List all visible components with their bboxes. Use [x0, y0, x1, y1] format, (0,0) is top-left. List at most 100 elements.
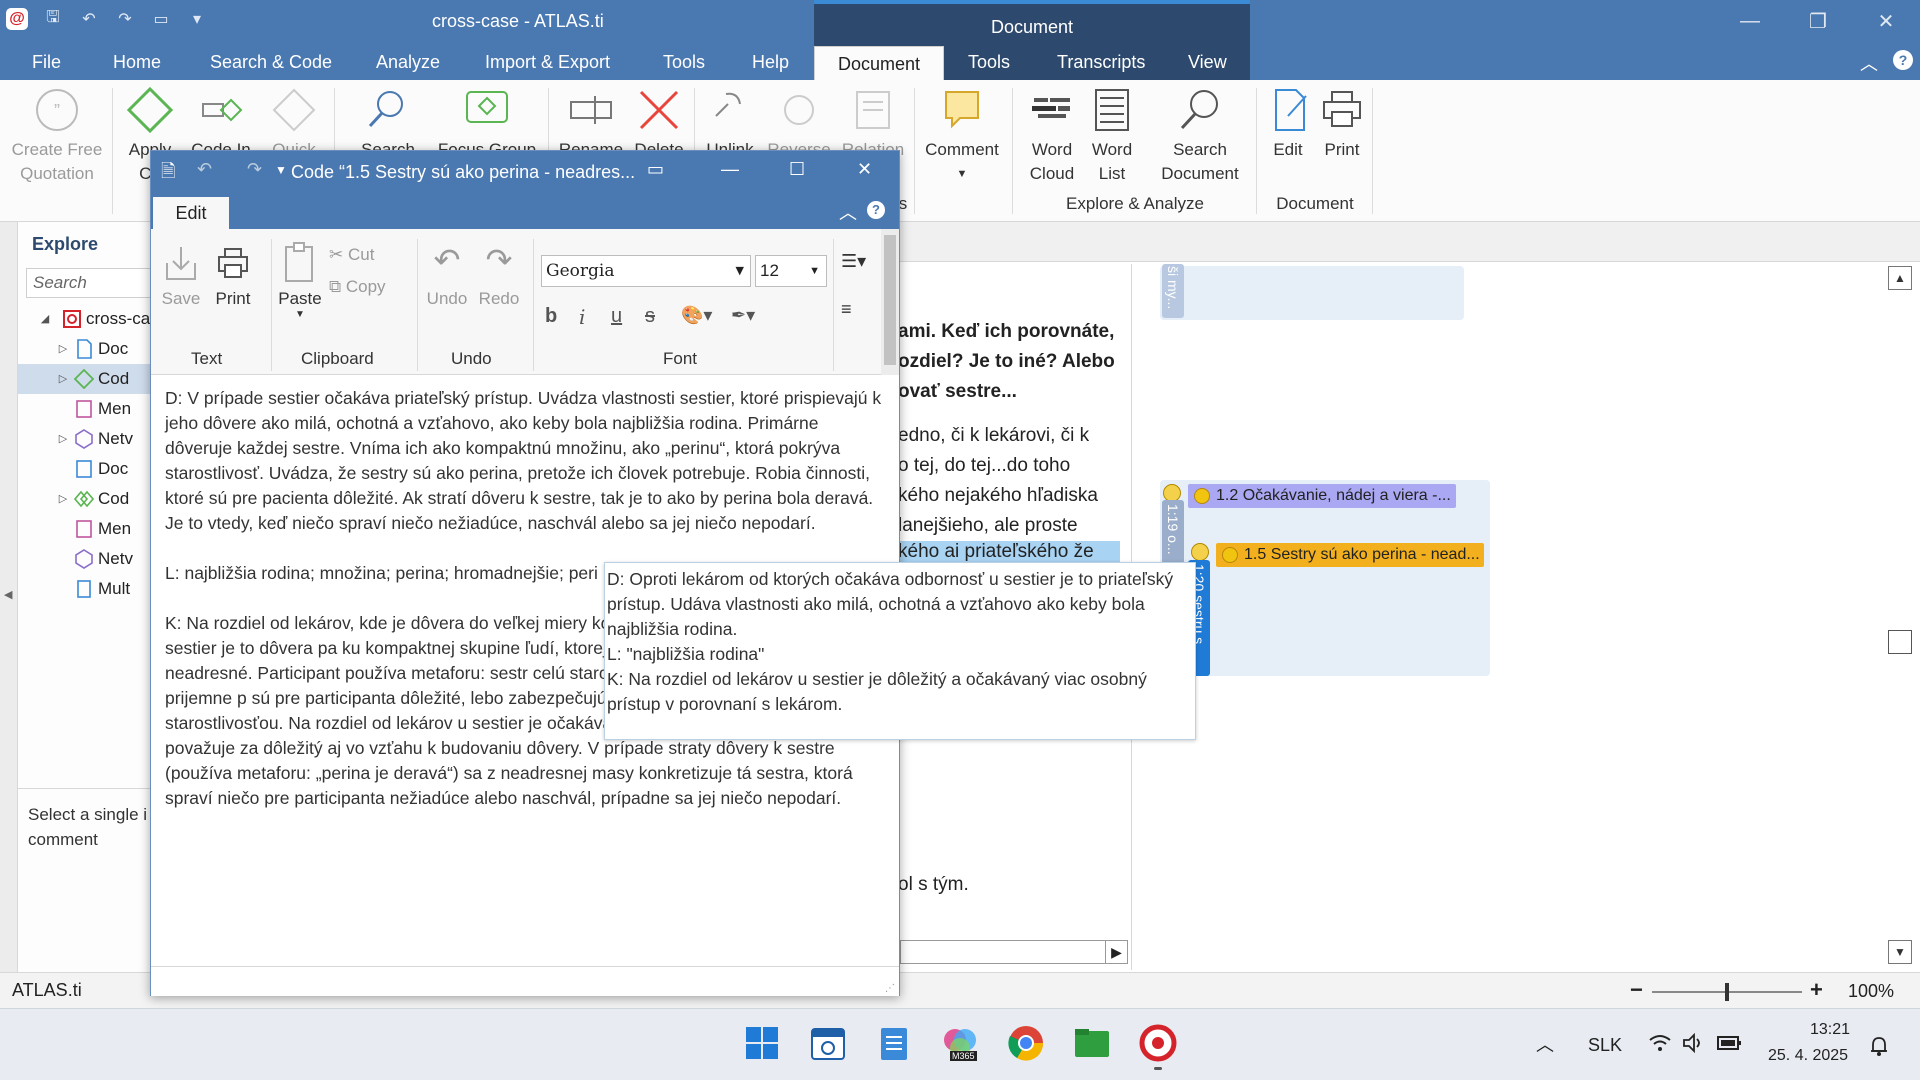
- underline-button[interactable]: u: [611, 305, 622, 328]
- expand-chevron-icon[interactable]: ▷: [56, 364, 70, 394]
- tree-item-network-groups[interactable]: Netv: [18, 544, 158, 574]
- input-language[interactable]: SLK: [1588, 1035, 1622, 1056]
- tab-help[interactable]: Help: [752, 44, 789, 80]
- word-list-button[interactable]: Word List: [1086, 86, 1138, 186]
- redo-icon[interactable]: ↷: [114, 8, 136, 30]
- margin-vertical-scrollbar[interactable]: ▲ ▼: [1888, 266, 1914, 966]
- doc-highlighted-quotation[interactable]: kého ai priateľského že: [898, 541, 1120, 563]
- collapse-chevron-icon[interactable]: ◢: [38, 304, 52, 334]
- restore-icon[interactable]: ❐: [1784, 6, 1852, 36]
- undo-button[interactable]: ↶ Undo: [425, 241, 469, 309]
- expand-chevron-icon[interactable]: ▷: [56, 484, 70, 514]
- help-icon[interactable]: ?: [867, 201, 885, 219]
- scroll-right-icon[interactable]: ▶: [1105, 941, 1127, 963]
- undo-icon[interactable]: ↶: [197, 159, 212, 180]
- help-icon[interactable]: ?: [1893, 50, 1913, 70]
- list-format-icon[interactable]: ☰▾: [841, 251, 866, 272]
- code-window-titlebar[interactable]: 🗎 ↶ ↷ ▼ Code “1.5 Sestry sú ako perina -…: [151, 151, 899, 193]
- m365-copilot-icon[interactable]: M365: [940, 1023, 980, 1063]
- tree-item-memos[interactable]: Men: [18, 394, 158, 424]
- ribbon-scrollbar[interactable]: [881, 229, 899, 375]
- volume-icon[interactable]: [1682, 1032, 1706, 1058]
- tree-item-document-groups[interactable]: Doc: [18, 454, 158, 484]
- edit-document-button[interactable]: Edit: [1266, 86, 1310, 162]
- tab-view[interactable]: View: [1188, 44, 1227, 80]
- scroll-thumb[interactable]: [1888, 630, 1912, 654]
- expand-chevron-icon[interactable]: ▷: [56, 334, 70, 364]
- close-icon[interactable]: ✕: [857, 159, 872, 180]
- bold-button[interactable]: b: [545, 305, 557, 328]
- undo-icon[interactable]: ↶: [78, 8, 100, 30]
- scroll-down-icon[interactable]: ▼: [1888, 940, 1912, 964]
- highlight-pen-icon[interactable]: ✒▾: [731, 305, 755, 326]
- tree-item-documents[interactable]: ▷ Doc: [18, 334, 158, 364]
- margin-quotation-box[interactable]: [1160, 266, 1464, 320]
- redo-button[interactable]: ↷ Redo: [477, 241, 521, 309]
- tree-item-codes[interactable]: ▷ Cod: [18, 364, 158, 394]
- tab-import-export[interactable]: Import & Export: [485, 44, 610, 80]
- tab-search-code[interactable]: Search & Code: [210, 44, 332, 80]
- horizontal-scrollbar[interactable]: ▶: [900, 940, 1128, 964]
- strikethrough-button[interactable]: s: [645, 305, 655, 328]
- explore-search-input[interactable]: Search: [26, 268, 158, 298]
- search-document-button[interactable]: Search Document: [1150, 86, 1250, 186]
- print-document-button[interactable]: Print: [1318, 86, 1366, 162]
- code-tag-1-5[interactable]: 1.5 Sestry sú ako perina - nead...: [1216, 543, 1484, 567]
- text-color-icon[interactable]: 🎨▾: [681, 305, 712, 326]
- close-icon[interactable]: ✕: [1852, 6, 1920, 36]
- cut-button[interactable]: ✂ Cut: [329, 245, 409, 265]
- comment-dropdown-icon[interactable]: ▼: [920, 162, 1004, 186]
- comment-badge-icon[interactable]: [1191, 543, 1209, 561]
- save-button[interactable]: Save: [159, 241, 203, 309]
- tab-tools-context[interactable]: Tools: [968, 44, 1010, 80]
- expand-pane-icon[interactable]: ◀: [4, 588, 12, 601]
- zoom-out-button[interactable]: −: [1630, 977, 1643, 1003]
- clock-date[interactable]: 25. 4. 2025: [1768, 1047, 1848, 1065]
- font-name-select[interactable]: Georgia ▼: [541, 255, 751, 287]
- redo-icon[interactable]: ↷: [247, 159, 262, 180]
- tab-tools[interactable]: Tools: [663, 44, 705, 80]
- notepad-icon[interactable]: [874, 1023, 914, 1063]
- tab-edit[interactable]: Edit: [153, 197, 229, 229]
- tab-home[interactable]: Home: [113, 44, 161, 80]
- atlas-ti-taskbar-icon[interactable]: [1138, 1023, 1178, 1070]
- italic-button[interactable]: i: [579, 305, 585, 329]
- collapse-ribbon-icon[interactable]: ︿: [1860, 50, 1878, 76]
- minimize-icon[interactable]: —: [721, 159, 739, 180]
- align-icon[interactable]: ≡: [841, 299, 852, 320]
- word-cloud-button[interactable]: Word Cloud: [1022, 86, 1082, 186]
- tree-item-code-groups[interactable]: ▷ Cod: [18, 484, 158, 514]
- code-tag-1-2[interactable]: 1.2 Očakávanie, nádej a viera -...: [1188, 484, 1456, 508]
- font-size-select[interactable]: 12 ▼: [755, 255, 827, 287]
- copy-button[interactable]: ⧉ Copy: [329, 277, 409, 297]
- paste-button[interactable]: Paste ▼: [275, 241, 325, 320]
- battery-icon[interactable]: [1716, 1033, 1744, 1058]
- quotation-bar-1-19[interactable]: 1:19 o...: [1162, 500, 1184, 564]
- file-explorer-icon[interactable]: [1072, 1023, 1112, 1063]
- tree-item-multimedia[interactable]: Mult: [18, 574, 158, 604]
- maximize-icon[interactable]: ☐: [789, 159, 805, 180]
- scroll-up-icon[interactable]: ▲: [1888, 266, 1912, 290]
- left-collapse-strip[interactable]: ◀: [0, 222, 18, 972]
- save-icon[interactable]: 🖫: [42, 8, 64, 30]
- tab-transcripts[interactable]: Transcripts: [1057, 44, 1145, 80]
- margin-quotation-bar[interactable]: ši my...: [1162, 264, 1184, 318]
- print-button[interactable]: Print: [211, 241, 255, 309]
- paste-dropdown-icon[interactable]: ▼: [275, 309, 325, 320]
- comment-button[interactable]: Comment ▼: [920, 86, 1004, 186]
- qat-dropdown-icon[interactable]: ▼: [275, 163, 287, 177]
- windows-start-icon[interactable]: [742, 1023, 782, 1063]
- chrome-icon[interactable]: [1006, 1023, 1046, 1063]
- tab-document[interactable]: Document: [814, 46, 944, 82]
- scroll-thumb[interactable]: [884, 235, 896, 365]
- expand-chevron-icon[interactable]: ▷: [56, 424, 70, 454]
- calendar-app-icon[interactable]: [808, 1023, 848, 1063]
- zoom-in-button[interactable]: +: [1810, 977, 1823, 1003]
- tab-file[interactable]: File: [32, 44, 61, 80]
- collapse-ribbon-icon[interactable]: ︿: [839, 199, 857, 225]
- zoom-slider-thumb[interactable]: [1725, 983, 1729, 1001]
- clock-time[interactable]: 13:21: [1810, 1021, 1850, 1039]
- show-hidden-icons[interactable]: ︿: [1536, 1031, 1554, 1057]
- tree-item-networks[interactable]: ▷ Netv: [18, 424, 158, 454]
- resize-grip-icon[interactable]: ⋰: [885, 983, 895, 994]
